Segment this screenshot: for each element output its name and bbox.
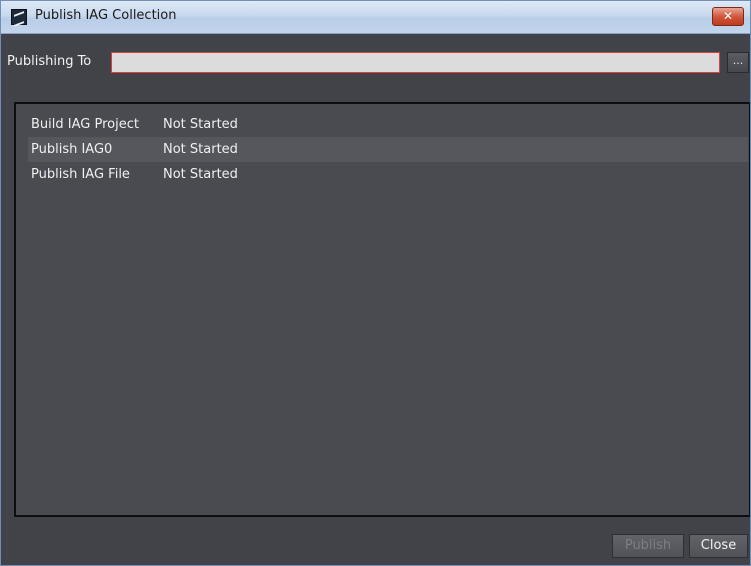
app-icon: [11, 9, 27, 25]
title-bar[interactable]: Publish IAG Collection ✕: [1, 1, 750, 34]
browse-button[interactable]: ...: [727, 52, 749, 73]
publish-button[interactable]: Publish: [612, 534, 684, 558]
task-row: Build IAG Project Not Started: [28, 112, 748, 137]
task-status: Not Started: [163, 117, 238, 132]
publish-dialog: Publish IAG Collection ✕ Publishing To .…: [0, 0, 751, 566]
task-name: Publish IAG0: [31, 142, 113, 157]
task-name: Publish IAG File: [31, 167, 130, 182]
task-name: Build IAG Project: [31, 117, 139, 132]
publishing-to-input[interactable]: [111, 52, 720, 73]
task-status: Not Started: [163, 167, 238, 182]
task-status: Not Started: [163, 142, 238, 157]
window-title: Publish IAG Collection: [35, 8, 177, 23]
window-close-button[interactable]: ✕: [712, 7, 744, 26]
close-button[interactable]: Close: [689, 534, 748, 558]
task-list: Build IAG Project Not Started Publish IA…: [14, 102, 750, 517]
publishing-to-label: Publishing To: [7, 54, 92, 69]
task-row: Publish IAG File Not Started: [28, 162, 748, 187]
task-row: Publish IAG0 Not Started: [28, 137, 748, 162]
